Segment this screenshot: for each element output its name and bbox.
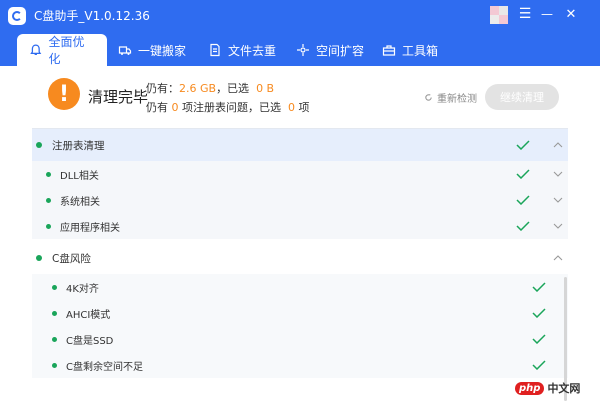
status-dot-icon xyxy=(52,284,57,290)
status-dot-icon xyxy=(52,310,57,316)
section-c-drive-risk[interactable]: C盘风险 xyxy=(32,242,568,274)
refresh-icon xyxy=(425,94,432,101)
menu-button[interactable]: ☰ xyxy=(514,3,536,25)
main-panel: ! 清理完毕 仍有：2.6 GB，已选 0 B 仍有 0 项注册表问题，已选 0… xyxy=(0,66,600,401)
tab-space-expand[interactable]: 空间扩容 xyxy=(284,34,376,66)
list-item-system[interactable]: 系统相关 xyxy=(32,187,568,213)
check-icon xyxy=(516,195,530,205)
skin-icon[interactable] xyxy=(490,6,508,24)
check-icon xyxy=(532,282,546,292)
tab-one-click-move[interactable]: 一键搬家 xyxy=(106,34,198,66)
status-dot-icon xyxy=(52,336,57,342)
watermark-text: 中文网 xyxy=(547,382,581,395)
section-registry-clean[interactable]: 注册表清理 xyxy=(32,129,568,161)
status-dot-icon xyxy=(52,362,57,368)
tab-label: 全面优化 xyxy=(48,35,85,66)
list-item-ahci[interactable]: AHCI模式 xyxy=(32,300,568,326)
minimize-button[interactable]: — xyxy=(536,3,558,25)
status-dot-icon xyxy=(36,142,42,148)
check-icon xyxy=(516,169,530,179)
window-title: C盘助手_V1.0.12.36 xyxy=(34,9,150,23)
php-logo: php xyxy=(515,381,545,395)
site-watermark: php 中文网 xyxy=(515,380,580,396)
close-button[interactable]: ✕ xyxy=(560,3,582,25)
tab-full-optimize[interactable]: 全面优化 xyxy=(17,34,107,66)
status-dot-icon xyxy=(46,197,51,203)
tab-label: 工具箱 xyxy=(402,43,439,58)
list-item-dll[interactable]: DLL相关 xyxy=(32,161,568,187)
check-icon xyxy=(516,140,530,150)
result-list: 注册表清理 DLL相关 系统相关 应用程序相关 C盘风险 4K对齐 AHCI模式… xyxy=(32,128,568,401)
status-dot-icon xyxy=(36,255,42,261)
check-icon xyxy=(532,360,546,370)
scan-summary: ! 清理完毕 仍有：2.6 GB，已选 0 B 仍有 0 项注册表问题，已选 0… xyxy=(32,66,582,126)
status-dot-icon xyxy=(46,171,51,177)
list-item-low-space[interactable]: C盘剩余空间不足 xyxy=(32,352,568,378)
status-dot-icon xyxy=(46,223,51,229)
tab-bar: 全面优化 一键搬家 文件去重 空间扩容 工具箱 xyxy=(0,30,600,66)
chevron-up-icon[interactable] xyxy=(553,142,563,148)
list-item-4k-align[interactable]: 4K对齐 xyxy=(32,274,568,300)
continue-clean-button[interactable]: 继续清理 xyxy=(485,84,559,110)
check-icon xyxy=(532,308,546,318)
summary-registry-line: 仍有 0 项注册表问题，已选 0 项 xyxy=(146,101,310,114)
app-logo-icon xyxy=(8,7,26,25)
chevron-down-icon[interactable] xyxy=(553,223,563,229)
chevron-up-icon[interactable] xyxy=(553,255,563,261)
status-title: 清理完毕 xyxy=(88,88,149,106)
expand-icon xyxy=(297,44,309,56)
chevron-down-icon[interactable] xyxy=(553,197,563,203)
list-item-application[interactable]: 应用程序相关 xyxy=(32,213,568,239)
chevron-down-icon[interactable] xyxy=(553,171,563,177)
list-item-ssd[interactable]: C盘是SSD xyxy=(32,326,568,352)
warning-icon: ! xyxy=(48,78,80,110)
bell-icon xyxy=(30,44,42,55)
tab-file-dedup[interactable]: 文件去重 xyxy=(196,34,288,66)
recheck-link[interactable]: 重新检测 xyxy=(424,90,477,105)
check-icon xyxy=(532,334,546,344)
tab-label: 文件去重 xyxy=(228,43,277,58)
tab-label: 空间扩容 xyxy=(316,43,365,58)
tab-label: 一键搬家 xyxy=(138,43,187,58)
document-icon xyxy=(210,43,220,57)
tab-toolbox[interactable]: 工具箱 xyxy=(370,34,450,66)
title-bar: C盘助手_V1.0.12.36 ☰ — ✕ xyxy=(0,0,600,30)
toolbox-icon xyxy=(382,45,396,56)
summary-size-line: 仍有：2.6 GB，已选 0 B xyxy=(146,82,275,95)
check-icon xyxy=(516,221,530,231)
truck-icon xyxy=(118,46,132,55)
